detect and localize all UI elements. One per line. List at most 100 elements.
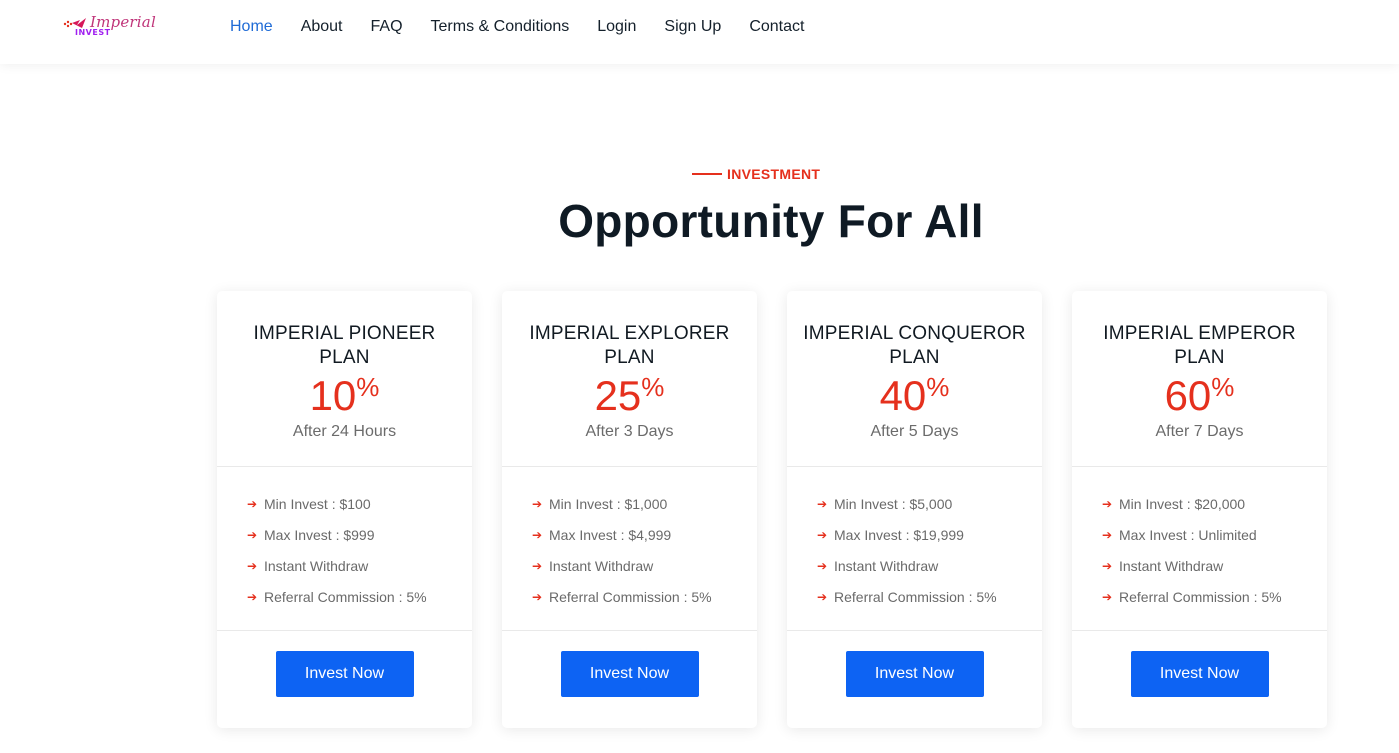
arrow-right-icon: ➔ xyxy=(817,527,828,542)
plan-rate-unit: % xyxy=(641,372,665,402)
arrow-right-icon: ➔ xyxy=(247,558,258,573)
feature-text: Instant Withdraw xyxy=(549,557,654,574)
arrow-right-icon: ➔ xyxy=(532,527,543,542)
feature-item: ➔ Referral Commission : 5% xyxy=(1102,581,1327,612)
plan-rate: 60% xyxy=(1072,372,1327,424)
eyebrow-line xyxy=(692,173,722,175)
arrow-right-icon: ➔ xyxy=(1102,589,1113,604)
feature-item: ➔ Instant Withdraw xyxy=(532,550,757,581)
feature-text: Min Invest : $20,000 xyxy=(1119,495,1246,512)
plan-features: ➔ Min Invest : $5,000 ➔ Max Invest : $19,9… xyxy=(787,467,1042,631)
site-header: Imperial INVEST Home About FAQ Terms & C… xyxy=(0,0,1399,64)
plan-features: ➔ Min Invest : $1,000 ➔ Max Invest : $4,99… xyxy=(502,467,757,631)
feature-text: Min Invest : $100 xyxy=(264,495,371,512)
arrow-right-icon: ➔ xyxy=(1102,496,1113,511)
feature-text: Referral Commission : 5% xyxy=(264,588,427,605)
plan-card-pioneer: IMPERIAL PIONEER PLAN 10% After 24 Hours… xyxy=(217,291,472,728)
plan-footer: Invest Now xyxy=(1072,631,1327,728)
feature-item: ➔ Min Invest : $20,000 xyxy=(1102,488,1327,519)
arrow-right-icon: ➔ xyxy=(1102,558,1113,573)
feature-item: ➔ Max Invest : $4,999 xyxy=(532,519,757,550)
plan-header: IMPERIAL EXPLORER PLAN 25% After 3 Days xyxy=(502,291,757,467)
feature-item: ➔ Max Invest : $999 xyxy=(247,519,472,550)
plan-rate-value: 25 xyxy=(594,372,642,419)
feature-item: ➔ Referral Commission : 5% xyxy=(532,581,757,612)
plan-rate-value: 40 xyxy=(879,372,927,419)
plan-rate-unit: % xyxy=(926,372,950,402)
feature-text: Max Invest : $999 xyxy=(264,526,375,543)
invest-now-button[interactable]: Invest Now xyxy=(275,651,414,697)
plan-rate: 25% xyxy=(502,372,757,424)
plan-card-conqueror: IMPERIAL CONQUEROR PLAN 40% After 5 Days… xyxy=(787,291,1042,728)
eyebrow-label: INVESTMENT xyxy=(727,166,821,182)
plan-rate-value: 60 xyxy=(1164,372,1212,419)
feature-text: Max Invest : Unlimited xyxy=(1119,526,1257,543)
nav-about[interactable]: About xyxy=(301,17,343,37)
plan-rate: 10% xyxy=(217,372,472,424)
arrow-right-icon: ➔ xyxy=(817,558,828,573)
plan-card-explorer: IMPERIAL EXPLORER PLAN 25% After 3 Days … xyxy=(502,291,757,728)
plan-features: ➔ Min Invest : $20,000 ➔ Max Invest : Unli… xyxy=(1072,467,1327,631)
feature-item: ➔ Referral Commission : 5% xyxy=(247,581,472,612)
nav-terms[interactable]: Terms & Conditions xyxy=(431,17,570,37)
nav-faq[interactable]: FAQ xyxy=(371,17,403,37)
plan-features: ➔ Min Invest : $100 ➔ Max Invest : $999 ➔ I… xyxy=(217,467,472,631)
plan-footer: Invest Now xyxy=(217,631,472,728)
feature-item: ➔ Min Invest : $100 xyxy=(247,488,472,519)
plan-footer: Invest Now xyxy=(502,631,757,728)
arrow-right-icon: ➔ xyxy=(817,496,828,511)
arrow-right-icon: ➔ xyxy=(532,558,543,573)
arrow-right-icon: ➔ xyxy=(817,589,828,604)
plan-period: After 3 Days xyxy=(585,423,674,440)
arrow-right-icon: ➔ xyxy=(247,589,258,604)
section-title: Opportunity For All xyxy=(558,195,984,247)
invest-now-button[interactable]: Invest Now xyxy=(845,651,984,697)
feature-text: Instant Withdraw xyxy=(834,557,939,574)
nav-home[interactable]: Home xyxy=(230,17,273,37)
plan-name: IMPERIAL PIONEER PLAN xyxy=(253,323,436,368)
site-logo[interactable]: Imperial INVEST xyxy=(62,12,156,44)
plan-period: After 24 Hours xyxy=(292,423,397,440)
arrow-right-icon: ➔ xyxy=(1102,527,1113,542)
feature-text: Referral Commission : 5% xyxy=(834,588,997,605)
arrow-right-icon: ➔ xyxy=(532,496,543,511)
feature-text: Max Invest : $19,999 xyxy=(834,526,964,543)
plan-name: IMPERIAL EMPEROR PLAN xyxy=(1103,323,1296,368)
feature-text: Max Invest : $4,999 xyxy=(549,526,672,543)
invest-now-button[interactable]: Invest Now xyxy=(1130,651,1269,697)
feature-item: ➔ Referral Commission : 5% xyxy=(817,581,1042,612)
feature-item: ➔ Instant Withdraw xyxy=(817,550,1042,581)
plan-footer: Invest Now xyxy=(787,631,1042,728)
feature-item: ➔ Instant Withdraw xyxy=(1102,550,1327,581)
feature-text: Referral Commission : 5% xyxy=(1119,588,1282,605)
arrow-right-icon: ➔ xyxy=(247,527,258,542)
plan-rate: 40% xyxy=(787,372,1042,424)
feature-item: ➔ Max Invest : Unlimited xyxy=(1102,519,1327,550)
feature-item: ➔ Min Invest : $1,000 xyxy=(532,488,757,519)
feature-text: Min Invest : $5,000 xyxy=(834,495,953,512)
invest-now-button[interactable]: Invest Now xyxy=(560,651,699,697)
plan-name: IMPERIAL CONQUEROR PLAN xyxy=(803,323,1026,368)
feature-text: Min Invest : $1,000 xyxy=(549,495,668,512)
arrow-right-icon: ➔ xyxy=(532,589,543,604)
plan-rate-value: 10 xyxy=(309,372,357,419)
feature-item: ➔ Max Invest : $19,999 xyxy=(817,519,1042,550)
arrow-right-icon: ➔ xyxy=(247,496,258,511)
feature-text: Instant Withdraw xyxy=(1119,557,1224,574)
plan-period: After 5 Days xyxy=(870,423,959,440)
plan-name: IMPERIAL EXPLORER PLAN xyxy=(529,323,730,368)
plan-rate-unit: % xyxy=(356,372,380,402)
section-eyebrow: INVESTMENT xyxy=(692,166,820,182)
feature-item: ➔ Min Invest : $5,000 xyxy=(817,488,1042,519)
nav-contact[interactable]: Contact xyxy=(749,17,804,37)
feature-item: ➔ Instant Withdraw xyxy=(247,550,472,581)
nav-login[interactable]: Login xyxy=(597,17,636,37)
plan-header: IMPERIAL EMPEROR PLAN 60% After 7 Days xyxy=(1072,291,1327,467)
plan-period: After 7 Days xyxy=(1155,423,1244,440)
logo-subtitle: INVEST xyxy=(75,28,111,37)
nav-signup[interactable]: Sign Up xyxy=(664,17,721,37)
feature-text: Referral Commission : 5% xyxy=(549,588,712,605)
plan-header: IMPERIAL PIONEER PLAN 10% After 24 Hours xyxy=(217,291,472,467)
plan-header: IMPERIAL CONQUEROR PLAN 40% After 5 Days xyxy=(787,291,1042,467)
feature-text: Instant Withdraw xyxy=(264,557,369,574)
